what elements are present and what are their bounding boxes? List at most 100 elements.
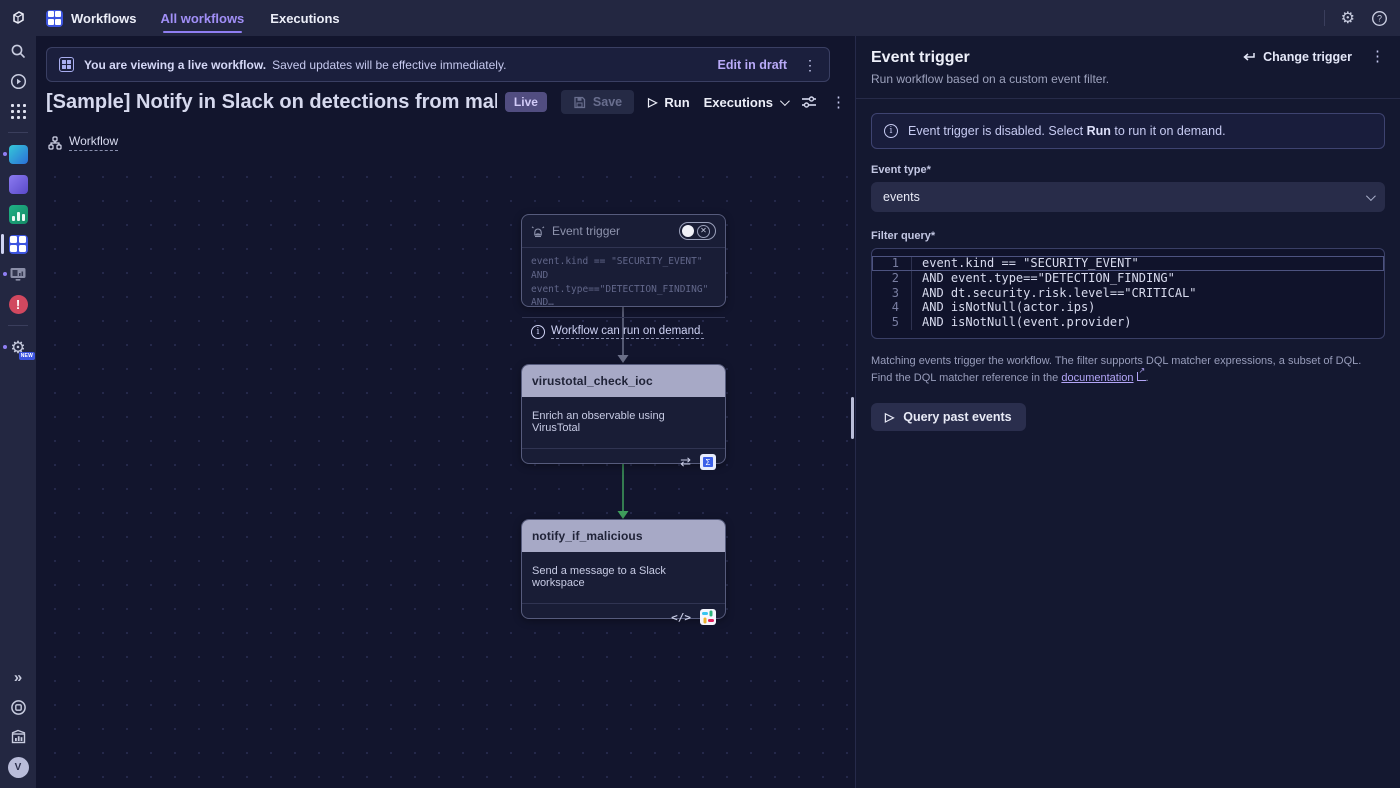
app-launcher-icon[interactable] [0,96,36,126]
query-line[interactable]: 2AND event.type=="DETECTION_FINDING" [872,271,1384,286]
run-on-demand-link[interactable]: Workflow can run on demand. [551,325,704,339]
title-kebab-menu-icon[interactable]: ⋮ [831,95,846,110]
task-node-virustotal[interactable]: virustotal_check_ioc Enrich an observabl… [521,364,726,464]
workflow-title-row: [Sample] Notify in Slack on detections f… [46,90,846,114]
workflow-grid-icon [59,57,74,72]
panel-resize-handle[interactable] [851,397,854,439]
banner-message-bold: You are viewing a live workflow. [84,58,266,72]
filter-help-text: Matching events trigger the workflow. Th… [871,353,1385,387]
app-label: Workflows [71,11,137,26]
edit-in-draft-button[interactable]: Edit in draft [718,58,787,72]
event-type-label: Event type* [871,164,1385,176]
chevron-down-icon [1366,191,1376,201]
chart-app-icon[interactable] [0,199,36,229]
slack-icon [700,609,716,625]
info-icon: i [884,124,898,138]
user-avatar[interactable]: V [0,752,36,782]
event-type-select[interactable]: events [871,182,1385,212]
problems-app-icon[interactable]: ! [0,289,36,319]
panel-subtitle: Run workflow based on a custom event fil… [871,72,1109,86]
documentation-link[interactable]: documentation [1061,372,1133,384]
query-line[interactable]: 1event.kind == "SECURITY_EVENT" [872,256,1384,271]
panel-kebab-menu-icon[interactable]: ⋮ [1370,49,1385,64]
search-icon[interactable] [0,36,36,66]
save-icon [573,96,586,109]
toggle-knob [682,225,694,237]
trigger-filter-preview: event.kind == "SECURITY_EVENT" AND event… [522,247,725,317]
topbar-divider [1324,10,1325,26]
info-icon: i [531,325,545,339]
hierarchy-icon [48,136,62,150]
executions-dropdown-button[interactable]: Executions [704,95,787,110]
virustotal-action-icon: Σ [700,454,716,470]
cubes-app-icon[interactable] [0,169,36,199]
return-arrow-icon [1242,51,1256,63]
trigger-enabled-toggle[interactable]: ✕ [679,222,716,240]
tab-executions[interactable]: Executions [270,0,339,36]
loop-icon: ⇄ [680,454,691,470]
play-circle-icon[interactable] [0,66,36,96]
workflow-title: [Sample] Notify in Slack on detections f… [46,91,497,114]
teal-app-icon[interactable] [0,139,36,169]
chevron-down-icon [780,96,790,106]
toggle-off-x-icon: ✕ [697,225,710,238]
new-badge: NEW [19,352,35,360]
display-settings-icon[interactable] [801,95,817,109]
event-trigger-panel: Event trigger Run workflow based on a cu… [855,36,1400,788]
workflows-app-home[interactable]: Workflows [46,10,137,27]
panel-title: Event trigger [871,49,1109,67]
left-sidebar: ! ⚙ NEW » V [0,0,36,788]
task-node-notify-slack[interactable]: notify_if_malicious Send a message to a … [521,519,726,619]
trigger-node-title: Event trigger [552,224,620,238]
app-window: ! ⚙ NEW » V Workflows All workflows Ex [0,0,1400,788]
connector-arrows [36,158,855,788]
expand-sidebar-icon[interactable]: » [0,662,36,692]
workflows-app-icon-active[interactable] [0,229,36,259]
task-node-name: virustotal_check_ioc [522,365,725,397]
event-type-value: events [883,190,920,204]
breadcrumb-label: Workflow [69,134,118,151]
banner-kebab-menu-icon[interactable]: ⋮ [803,58,817,72]
task-node-description: Enrich an observable using VirusTotal [522,397,725,448]
filter-query-label: Filter query* [871,230,1385,242]
query-line[interactable]: 3AND dt.security.risk.level=="CRITICAL" [872,286,1384,301]
workflow-graph-canvas[interactable]: Event trigger ✕ event.kind == "SECURITY_… [36,158,855,788]
help-icon[interactable]: ? [1371,10,1388,27]
save-button[interactable]: Save [561,90,634,114]
live-status-badge: Live [505,92,547,112]
monitor-app-icon[interactable] [0,259,36,289]
change-trigger-button[interactable]: Change trigger [1242,50,1352,64]
settings-app-icon[interactable]: ⚙ NEW [0,332,36,362]
panel-divider [856,98,1400,99]
dynatrace-logo-icon [0,0,36,36]
tab-all-workflows[interactable]: All workflows [161,0,245,36]
banner-message: Saved updates will be effective immediat… [272,58,506,72]
chart-frame-icon[interactable] [0,722,36,752]
play-icon: ▷ [648,96,657,108]
query-past-events-button[interactable]: ▷ Query past events [871,403,1026,431]
filter-query-editor[interactable]: 1event.kind == "SECURITY_EVENT" 2AND eve… [871,248,1385,339]
notification-dot [3,272,7,276]
code-icon: </> [671,611,691,624]
workflow-canvas-area: You are viewing a live workflow. Saved up… [36,36,855,788]
task-node-description: Send a message to a Slack workspace [522,552,725,603]
workflows-app-icon [46,10,63,27]
live-workflow-banner: You are viewing a live workflow. Saved up… [46,47,830,82]
settings-gear-icon[interactable]: ⚙ [1341,8,1355,28]
query-line[interactable]: 5AND isNotNull(event.provider) [872,315,1384,330]
alarm-bell-icon [531,225,545,238]
play-icon: ▷ [885,411,894,423]
topnav-tabs: All workflows Executions [161,0,340,36]
event-trigger-node[interactable]: Event trigger ✕ event.kind == "SECURITY_… [521,214,726,307]
active-indicator [1,234,4,254]
query-line[interactable]: 4AND isNotNull(actor.ips) [872,300,1384,315]
notification-dot [3,152,7,156]
external-link-icon [1137,372,1146,381]
sidebar-divider [8,325,28,326]
lifebuoy-help-icon[interactable] [0,692,36,722]
svg-text:?: ? [1377,13,1382,23]
workflow-breadcrumb[interactable]: Workflow [48,134,118,151]
notification-dot [3,345,7,349]
task-node-name: notify_if_malicious [522,520,725,552]
run-button[interactable]: ▷ Run [648,95,690,110]
